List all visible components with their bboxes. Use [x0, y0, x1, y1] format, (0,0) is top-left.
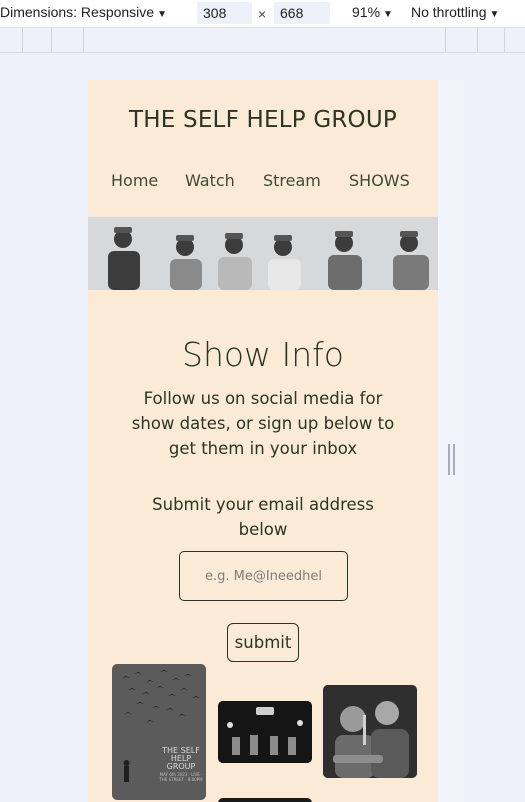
throttling-label: No throttling — [411, 4, 487, 20]
stage-illustration — [218, 701, 312, 763]
nav-shows[interactable]: SHOWS — [349, 171, 410, 190]
poster-title: THE SELF HELP GROUP — [162, 746, 200, 771]
throttling-dropdown[interactable]: No throttling ▼ — [411, 4, 499, 20]
ruler-divider — [22, 28, 23, 53]
height-input[interactable] — [274, 2, 330, 24]
nav-home[interactable]: Home — [111, 171, 158, 190]
email-prompt: Submit your email address below — [152, 495, 374, 539]
zoom-label: 91% — [352, 4, 381, 20]
submit-button[interactable]: submit — [227, 623, 299, 662]
chevron-down-icon: ▼ — [489, 9, 500, 20]
dimensions-label: Dimensions: Responsive — [0, 4, 155, 20]
chevron-down-icon: ▼ — [157, 9, 167, 20]
times-separator: × — [258, 6, 267, 22]
width-input[interactable] — [197, 2, 252, 24]
ruler-divider — [445, 28, 446, 53]
email-field[interactable] — [179, 551, 348, 601]
stage-photo[interactable] — [218, 701, 312, 763]
dimensions-dropdown[interactable]: Dimensions: Responsive ▼ — [0, 4, 167, 20]
intro-text: Follow us on social media for show dates… — [131, 389, 395, 458]
duo-illustration — [323, 685, 417, 778]
viewport-side-strip — [438, 80, 464, 802]
gallery-photo-partial[interactable] — [218, 798, 312, 802]
site-title: THE SELF HELP GROUP — [129, 107, 397, 133]
resize-handle[interactable] — [448, 444, 455, 475]
chevron-down-icon: ▼ — [383, 9, 393, 20]
band-photo-banner — [88, 217, 438, 290]
nav-stream[interactable]: Stream — [263, 171, 321, 190]
duo-performance-photo[interactable] — [323, 685, 417, 778]
media-query-ruler[interactable] — [0, 27, 525, 53]
nav-watch[interactable]: Watch — [185, 171, 235, 190]
devtools-toolbar: Dimensions: Responsive▼ × 91%▼ No thrott… — [0, 0, 525, 27]
poster-details: MAY 6th 2023 · LIVE · THE STREET · 8:00P… — [159, 772, 203, 782]
show-poster-image[interactable]: THE SELF HELP GROUP MAY 6th 2023 · LIVE … — [112, 664, 206, 800]
page-heading: Show Info — [182, 335, 344, 374]
ruler-divider — [504, 28, 505, 53]
ruler-divider — [477, 28, 478, 53]
device-viewport: THE SELF HELP GROUP Home Watch Stream SH… — [88, 80, 438, 802]
ruler-divider — [51, 28, 52, 53]
band-photo — [88, 217, 438, 290]
ruler-divider — [83, 28, 84, 53]
zoom-dropdown[interactable]: 91% ▼ — [352, 4, 393, 20]
